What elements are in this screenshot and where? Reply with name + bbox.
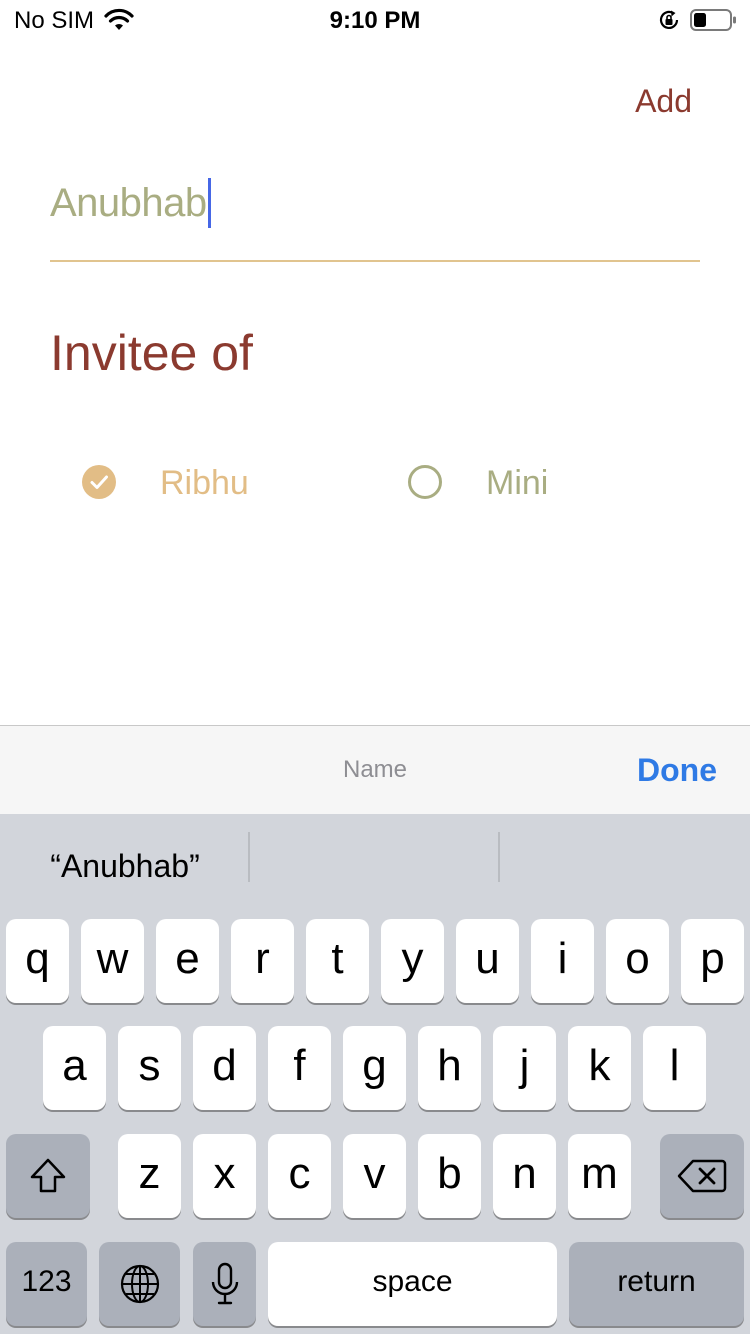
key-q[interactable]: q [6, 919, 69, 1003]
done-button[interactable]: Done [637, 751, 717, 789]
add-button[interactable]: Add [635, 82, 692, 120]
key-x[interactable]: x [193, 1134, 256, 1218]
shift-icon [30, 1158, 66, 1193]
key-g[interactable]: g [343, 1026, 406, 1110]
microphone-key[interactable] [193, 1242, 256, 1326]
battery-fill [694, 13, 706, 27]
key-v[interactable]: v [343, 1134, 406, 1218]
name-input-value: Anubhab [50, 178, 211, 228]
key-d[interactable]: d [193, 1026, 256, 1110]
key-a[interactable]: a [43, 1026, 106, 1110]
microphone-icon [211, 1262, 238, 1305]
option-label-mini: Mini [486, 464, 549, 502]
text-caret [207, 178, 211, 228]
option-label-ribhu: Ribhu [160, 464, 249, 502]
key-b[interactable]: b [418, 1134, 481, 1218]
key-u[interactable]: u [456, 919, 519, 1003]
space-key[interactable]: space [268, 1242, 557, 1326]
key-z[interactable]: z [118, 1134, 181, 1218]
key-s[interactable]: s [118, 1026, 181, 1110]
globe-key[interactable] [99, 1242, 180, 1326]
suggestion-2[interactable] [250, 846, 500, 886]
suggestion-1[interactable]: “Anubhab” [0, 846, 250, 886]
backspace-key[interactable] [660, 1134, 744, 1218]
radio-unchecked-icon [408, 465, 442, 499]
invitee-of-heading: Invitee of [50, 325, 253, 381]
shift-key[interactable] [6, 1134, 90, 1218]
key-m[interactable]: m [568, 1134, 631, 1218]
key-i[interactable]: i [531, 919, 594, 1003]
name-input-text: Anubhab [50, 181, 207, 225]
key-l[interactable]: l [643, 1026, 706, 1110]
keyboard: “Anubhab” q w e r t y u i o p a s d f g … [0, 814, 750, 1334]
key-f[interactable]: f [268, 1026, 331, 1110]
predictive-bar: “Anubhab” [0, 814, 750, 914]
key-p[interactable]: p [681, 919, 744, 1003]
suggestion-3[interactable] [500, 846, 750, 886]
key-y[interactable]: y [381, 919, 444, 1003]
status-bar: No SIM 9:10 PM [0, 0, 750, 40]
status-time: 9:10 PM [329, 7, 421, 34]
name-input[interactable]: Anubhab [50, 170, 700, 262]
numbers-key[interactable]: 123 [6, 1242, 87, 1326]
key-k[interactable]: k [568, 1026, 631, 1110]
key-c[interactable]: c [268, 1134, 331, 1218]
key-r[interactable]: r [231, 919, 294, 1003]
orientation-lock-icon [659, 10, 679, 29]
key-j[interactable]: j [493, 1026, 556, 1110]
key-t[interactable]: t [306, 919, 369, 1003]
keyboard-toolbar: Name Done [0, 725, 750, 814]
key-h[interactable]: h [418, 1026, 481, 1110]
backspace-icon [677, 1159, 727, 1193]
key-n[interactable]: n [493, 1134, 556, 1218]
globe-icon [120, 1264, 159, 1304]
key-w[interactable]: w [81, 919, 144, 1003]
key-e[interactable]: e [156, 919, 219, 1003]
key-o[interactable]: o [606, 919, 669, 1003]
return-key[interactable]: return [569, 1242, 744, 1326]
radio-checked-icon [82, 465, 116, 499]
battery-icon [690, 9, 736, 31]
